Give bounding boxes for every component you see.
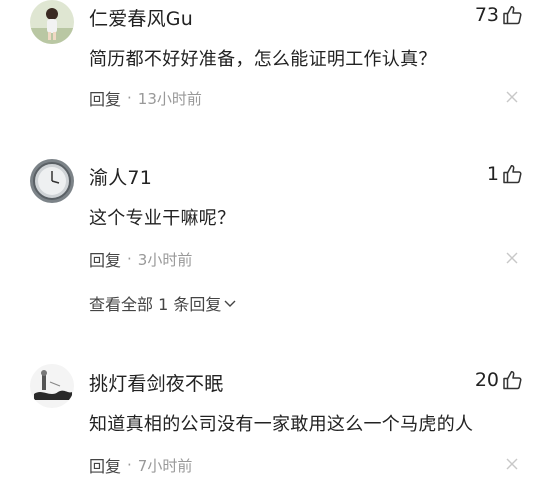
- comment-text: 知道真相的公司没有一家敢用这么一个马虎的人: [89, 414, 474, 435]
- like-button[interactable]: 20: [475, 369, 522, 391]
- comment-meta: 回复 · 3小时前: [89, 247, 192, 271]
- thumbs-up-icon: [503, 6, 522, 25]
- like-button[interactable]: 1: [487, 163, 522, 185]
- thumbs-up-icon: [503, 165, 522, 184]
- avatar[interactable]: [30, 0, 74, 44]
- comment-meta: 回复 · 13小时前: [89, 86, 202, 110]
- thumbs-up-icon: [503, 371, 522, 390]
- view-replies-link[interactable]: 查看全部 1 条回复: [89, 291, 236, 315]
- chevron-down-icon: [224, 300, 236, 307]
- timestamp: 13小时前: [137, 89, 202, 108]
- comment-text: 简历都不好好准备，怎么能证明工作认真？: [89, 49, 437, 70]
- close-icon[interactable]: [506, 91, 518, 103]
- reply-button[interactable]: 回复: [89, 453, 121, 477]
- like-count: 20: [474, 369, 499, 391]
- comment-meta: 回复 · 7小时前: [89, 453, 192, 477]
- avatar[interactable]: [30, 159, 74, 203]
- reply-button[interactable]: 回复: [89, 86, 121, 110]
- reply-button[interactable]: 回复: [89, 247, 121, 271]
- username[interactable]: 仁爱春风Gu: [89, 4, 193, 31]
- view-replies-label: 查看全部 1 条回复: [89, 295, 222, 314]
- like-button[interactable]: 73: [475, 4, 522, 26]
- like-count: 1: [486, 163, 499, 185]
- close-icon[interactable]: [506, 252, 518, 264]
- timestamp: 7小时前: [137, 456, 193, 475]
- close-icon[interactable]: [506, 458, 518, 470]
- username[interactable]: 渝人71: [89, 163, 152, 190]
- like-count: 73: [474, 4, 499, 26]
- comment-text: 这个专业干嘛呢？: [89, 208, 236, 229]
- username[interactable]: 挑灯看剑夜不眠: [89, 369, 223, 396]
- avatar[interactable]: [30, 364, 74, 408]
- separator: ·: [127, 250, 132, 268]
- separator: ·: [127, 456, 132, 474]
- separator: ·: [127, 89, 132, 107]
- timestamp: 3小时前: [137, 250, 193, 269]
